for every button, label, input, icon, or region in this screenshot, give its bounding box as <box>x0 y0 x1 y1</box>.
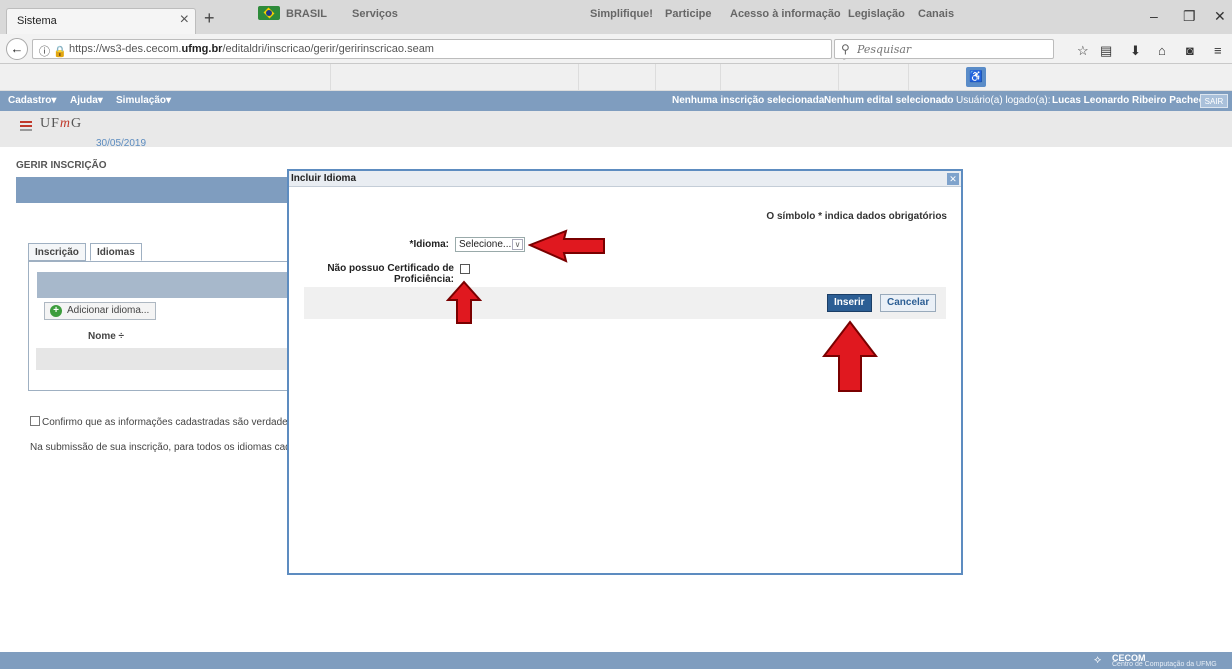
bookmark-star-icon[interactable]: ☆ <box>1077 43 1089 59</box>
search-icon: ⚲ <box>841 42 850 56</box>
inserir-button[interactable]: Inserir <box>827 294 872 312</box>
certificado-label-line1: Não possuo Certificado de <box>327 263 454 274</box>
cecom-sublabel: Centro de Computação da UFMG <box>1112 661 1217 668</box>
gov-divider <box>908 64 909 91</box>
menu-simulacao[interactable]: Simulação▾ <box>116 95 171 106</box>
gov-simplifique-link[interactable]: Simplifique! <box>590 8 653 20</box>
add-idioma-button[interactable]: + Adicionar idioma... <box>44 302 157 320</box>
status-separator: :: <box>946 95 952 106</box>
annotation-arrow-up-icon <box>822 320 878 392</box>
pocket-icon[interactable]: ◙ <box>1186 43 1194 58</box>
browser-tab[interactable]: Sistema × <box>6 8 196 34</box>
url-text: https://ws3-des.cecom.ufmg.br/editaldri/… <box>69 43 434 55</box>
required-note: O símbolo * indica dados obrigatórios <box>766 211 947 222</box>
cancelar-button[interactable]: Cancelar <box>880 294 937 312</box>
annotation-arrow-left-icon <box>528 229 605 263</box>
confirm-checkbox[interactable] <box>30 416 40 426</box>
accessibility-icon[interactable]: ♿ <box>966 67 986 87</box>
header-band <box>0 111 1232 147</box>
modal-header: Incluir Idioma ✕ <box>289 171 961 187</box>
sem-certificado-checkbox[interactable] <box>460 264 470 274</box>
idioma-select-value: Selecione... <box>459 239 512 250</box>
edital-status: Nenhum edital selecionado <box>824 95 954 106</box>
chevron-down-icon: ∨ <box>512 239 523 250</box>
user-label: Usuário(a) logado(a): <box>956 95 1051 106</box>
column-nome-label: Nome ÷ <box>88 331 125 342</box>
plus-icon: + <box>50 305 62 317</box>
submission-note: Na submissão de sua inscrição, para todo… <box>30 442 297 453</box>
gov-canais-link[interactable]: Canais <box>918 8 954 20</box>
column-header-nome[interactable]: Nome ÷ <box>36 328 316 346</box>
gov-acesso-link[interactable]: Acesso à informação <box>730 8 841 20</box>
gov-divider <box>330 64 331 91</box>
browser-toolbar: ← ⓘ 🔒 https://ws3-des.cecom.ufmg.br/edit… <box>0 34 1232 64</box>
table-row <box>36 348 316 370</box>
dri-logo-icon <box>18 117 36 135</box>
gov-divider <box>720 64 721 91</box>
gov-divider <box>655 64 656 91</box>
back-arrow-icon[interactable]: ← <box>6 38 28 60</box>
restore-icon[interactable]: ❐ <box>1183 8 1196 25</box>
gov-legislacao-link[interactable]: Legislação <box>848 8 905 20</box>
close-icon[interactable]: ✕ <box>947 173 959 185</box>
idioma-label: *Idioma: <box>409 239 449 250</box>
inscricao-status: Nenhuma inscrição selecionada <box>672 95 825 106</box>
tab-panel-header <box>37 272 317 298</box>
minimize-icon[interactable]: – <box>1150 8 1158 24</box>
close-tab-icon[interactable]: × <box>180 11 189 29</box>
confirm-label: Confirmo que as informações cadastradas … <box>42 417 294 428</box>
gov-divider <box>578 64 579 91</box>
logo-text: UFmG <box>40 116 83 131</box>
menu-ajuda[interactable]: Ajuda▾ <box>70 95 103 106</box>
tab-inscricao[interactable]: Inscrição <box>28 243 86 261</box>
status-separator: :: <box>814 95 820 106</box>
gov-participe-link[interactable]: Participe <box>665 8 711 20</box>
page-title: GERIR INSCRIÇÃO <box>16 160 107 171</box>
idioma-select[interactable]: Selecione... ∨ <box>455 237 525 252</box>
modal-action-bar: Inserir Cancelar <box>304 287 946 319</box>
user-name: Lucas Leonardo Ribeiro Pacheco <box>1052 95 1211 106</box>
modal-title: Incluir Idioma <box>291 173 357 184</box>
add-idioma-label: Adicionar idioma... <box>67 305 150 316</box>
cecom-logo-icon: ⟡ <box>1094 654 1102 666</box>
gov-divider <box>838 64 839 91</box>
gov-servicos-link[interactable]: Serviços <box>352 8 398 20</box>
gov-bar <box>0 64 1232 91</box>
search-box[interactable]: ⚲ <box>834 39 1054 59</box>
footer: ⟡ CECOM Centro de Computação da UFMG <box>0 652 1232 669</box>
brazil-flag-icon <box>258 6 280 20</box>
lock-icon: ⓘ 🔒 <box>39 46 67 58</box>
menu-cadastro[interactable]: Cadastro▾ <box>8 95 56 106</box>
current-date: 30/05/2019 <box>96 138 147 149</box>
annotation-arrow-up-icon <box>446 280 482 324</box>
gov-brasil-link[interactable]: BRASIL <box>286 8 327 20</box>
search-input[interactable] <box>857 41 1047 57</box>
logout-button[interactable]: SAIR <box>1200 94 1228 108</box>
idiomas-tab-panel <box>28 261 318 391</box>
new-tab-icon[interactable]: + <box>204 8 215 29</box>
home-icon[interactable]: ⌂ <box>1158 43 1166 58</box>
download-icon[interactable]: ⬇ <box>1130 43 1141 59</box>
reading-list-icon[interactable]: ▤ <box>1100 43 1112 59</box>
close-window-icon[interactable]: ✕ <box>1214 8 1226 25</box>
address-bar[interactable]: ⓘ 🔒 https://ws3-des.cecom.ufmg.br/edital… <box>32 39 849 63</box>
panel-header <box>16 177 316 203</box>
tab-idiomas[interactable]: Idiomas <box>90 243 142 261</box>
confirm-row: Confirmo que as informações cadastradas … <box>30 416 293 428</box>
browser-tab-title: Sistema <box>17 15 57 27</box>
certificado-label-line2: Proficiência: <box>393 274 454 285</box>
app-menu-bar: Cadastro▾ Ajuda▾ Simulação▾ Nenhuma insc… <box>0 91 1232 111</box>
menu-icon[interactable]: ≡ <box>1214 43 1222 58</box>
